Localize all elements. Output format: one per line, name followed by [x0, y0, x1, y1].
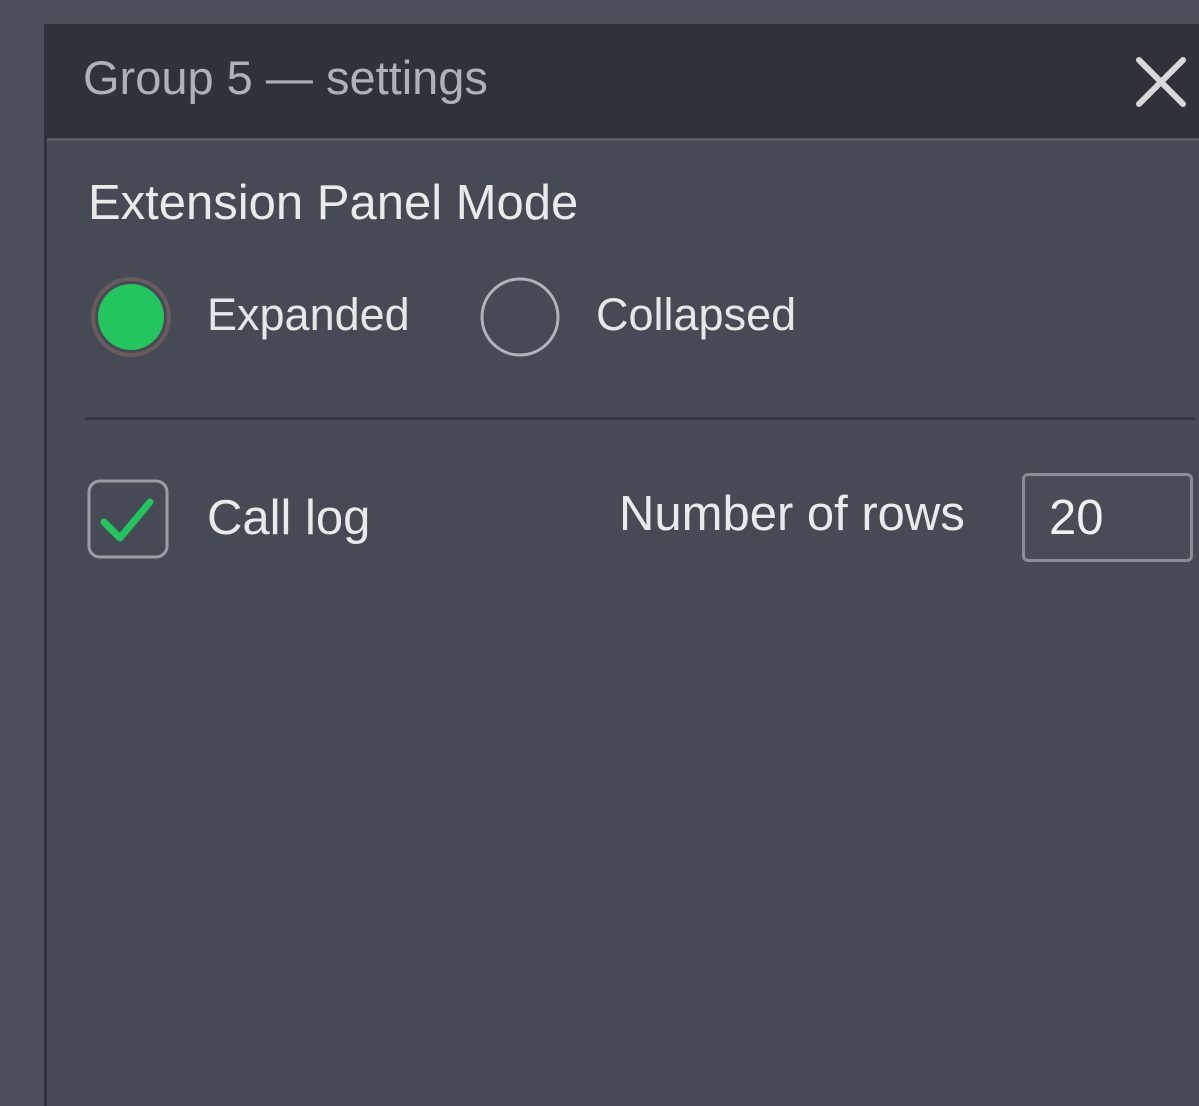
collapsed-radio-label[interactable]: Collapsed — [596, 292, 796, 337]
number-of-rows-input[interactable] — [1022, 473, 1193, 562]
close-icon[interactable] — [1133, 54, 1189, 110]
call-log-label[interactable]: Call log — [207, 494, 370, 543]
section-divider — [85, 417, 1195, 420]
call-log-checkbox[interactable] — [86, 478, 170, 560]
dialog-title: Group 5 — settings — [83, 51, 488, 104]
settings-dialog: Group 5 — settings Extension Panel Mode … — [44, 24, 1199, 1106]
collapsed-radio[interactable] — [478, 275, 562, 359]
number-of-rows-label: Number of rows — [619, 487, 965, 541]
extension-panel-mode-heading: Extension Panel Mode — [88, 176, 579, 230]
dialog-titlebar: Group 5 — settings — [47, 24, 1199, 141]
expanded-radio-label[interactable]: Expanded — [207, 292, 410, 337]
expanded-radio[interactable] — [89, 275, 173, 359]
